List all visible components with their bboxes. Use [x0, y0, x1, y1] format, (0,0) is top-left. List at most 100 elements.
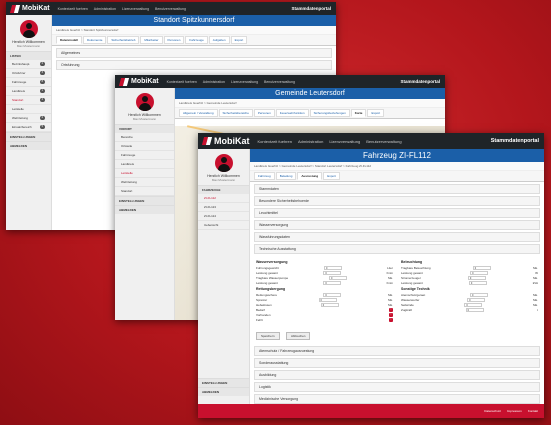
tab[interactable]: Allgemein / Verwaltung	[179, 109, 218, 117]
settings-link[interactable]: EINSTELLUNGEN	[115, 196, 174, 205]
sidebar-item[interactable]: Ortsfuhrer 3	[6, 69, 51, 78]
sidebar-item-active[interactable]: ZI-FL112	[198, 194, 249, 203]
tab[interactable]: Export	[323, 172, 340, 180]
sidebar-item[interactable]: Landkreis 1	[6, 87, 51, 96]
sidebar-item[interactable]: Uebersicht	[198, 221, 249, 230]
number-field[interactable]: 0	[470, 271, 489, 275]
panel[interactable]: Logistik	[254, 382, 540, 392]
tab[interactable]: Ausrustung	[297, 172, 323, 180]
panel[interactable]: Atemschutz / Fahrzeugausruestung	[254, 346, 540, 356]
nav-item[interactable]: Benutzerverwaltung	[155, 7, 186, 11]
nav-item[interactable]: Administration	[203, 80, 225, 84]
nav-item[interactable]: Kontextzeit fuehren	[58, 7, 88, 11]
nav-item[interactable]: Benutzerverwaltung	[366, 139, 401, 144]
panel[interactable]: Besondere Sicherheitsbehoerde	[254, 196, 540, 206]
sidebar-item[interactable]: Wehrleitung	[115, 178, 174, 187]
nav-item[interactable]: Benutzerverwaltung	[264, 80, 295, 84]
tab[interactable]: Aufgaben	[208, 36, 230, 44]
nav-item[interactable]: Lizenzverwaltung	[122, 7, 149, 11]
tab[interactable]: Mitarbeiter	[140, 36, 163, 44]
tab[interactable]: Export	[367, 109, 385, 117]
sidebar-item[interactable]: Einsatzbereich 5	[6, 123, 51, 132]
sidebar-section[interactable]: LISTEN	[6, 51, 51, 60]
number-field[interactable]: 0	[323, 293, 342, 297]
nav-item[interactable]: Administration	[298, 139, 323, 144]
tab[interactable]: Fahrzeuge	[185, 36, 208, 44]
number-field[interactable]: 0	[465, 308, 484, 312]
nav-item[interactable]: Administration	[94, 7, 116, 11]
sidebar-item-active[interactable]: Standort 4	[6, 96, 51, 105]
sidebar-item[interactable]: Fahrzeuge 8	[6, 78, 51, 87]
footer-link[interactable]: Kontakt	[528, 409, 538, 413]
panel[interactable]: Stammdaten	[254, 184, 540, 194]
avatar-icon	[214, 154, 233, 172]
panel-general[interactable]: Allgemeines	[56, 48, 332, 58]
number-field[interactable]: 0	[470, 293, 488, 297]
cancel-button[interactable]: Abbrechen	[285, 332, 311, 340]
tab[interactable]: Dokumente	[83, 36, 107, 44]
tab[interactable]: Datenmodell	[56, 36, 83, 44]
panel[interactable]: Wasserversorgung	[254, 220, 540, 230]
number-field[interactable]: 0	[464, 303, 483, 307]
sidebar-item[interactable]: Bezirkshaupt. 2	[6, 60, 51, 69]
panel-technical[interactable]: Technische Ausstattung	[254, 244, 540, 254]
app-logo[interactable]: MobiKat	[203, 136, 250, 146]
settings-link[interactable]: EINSTELLUNGEN	[198, 378, 249, 387]
panel[interactable]: Wassfuhrungsdaten	[254, 232, 540, 242]
tab[interactable]: Feuerwehrfunktion	[275, 109, 309, 117]
sidebar-item[interactable]: Leitstelle	[6, 105, 51, 114]
breadcrumb[interactable]: Landkreis Goerlitz > Standort Spitzkunne…	[52, 26, 336, 35]
number-field[interactable]: 0	[468, 281, 487, 285]
footer-link[interactable]: Datenschutz	[484, 409, 501, 413]
number-field[interactable]: 0	[320, 303, 339, 307]
sidebar-item[interactable]: Wehrleitung 2	[6, 114, 51, 123]
tab[interactable]: Export	[230, 36, 248, 44]
panel-location[interactable]: Ortsfuhrung	[56, 60, 332, 70]
sidebar-item[interactable]: Bereiche	[115, 133, 174, 142]
tab[interactable]: Sicherheitsbetrieb	[107, 36, 140, 44]
logout-link[interactable]: ABMELDEN	[6, 141, 51, 150]
number-field[interactable]: 0	[472, 266, 491, 270]
save-button[interactable]: Speichern	[256, 332, 280, 340]
settings-link[interactable]: EINSTELLUNGEN	[6, 132, 51, 141]
nav-item[interactable]: Kontextzeit fuehren	[258, 139, 292, 144]
sidebar-item[interactable]: ZI-FL113	[198, 203, 249, 212]
breadcrumb[interactable]: Landkreis Goerlitz > Gemeinde Leutersdor…	[250, 162, 544, 171]
tab[interactable]: Karte	[350, 109, 367, 117]
nav-item[interactable]: Kontextzeit fuehren	[167, 80, 197, 84]
number-field[interactable]: 0	[324, 266, 342, 270]
sidebar-item[interactable]: ZI-FL114	[198, 212, 249, 221]
logout-link[interactable]: ABMELDEN	[115, 205, 174, 214]
tab[interactable]: Sicherungsbeziehungen	[309, 109, 350, 117]
nav-item[interactable]: Lizenzverwaltung	[231, 80, 258, 84]
number-field[interactable]: 0	[467, 298, 486, 302]
sidebar-item[interactable]: Landkreis	[115, 160, 174, 169]
sidebar-item[interactable]: Standort	[115, 187, 174, 196]
tab[interactable]: Sicherheitsbereiche	[218, 109, 253, 117]
tab[interactable]: Personen	[253, 109, 275, 117]
form-row: Leistung gesamt 0 l/min	[256, 271, 393, 275]
sidebar-item-active[interactable]: Leitstelle	[115, 169, 174, 178]
number-field[interactable]: 0	[328, 276, 347, 280]
app-logo[interactable]: MobiKat	[120, 78, 159, 86]
tab[interactable]: Beladung	[275, 172, 297, 180]
footer-link[interactable]: Impressum	[507, 409, 522, 413]
logout-link[interactable]: ABMELDEN	[198, 387, 249, 396]
panel[interactable]: Leuchtmittel	[254, 208, 540, 218]
nav-item[interactable]: Lizenzverwaltung	[329, 139, 360, 144]
sidebar-item[interactable]: Fahrzeuge	[115, 151, 174, 160]
sidebar-item[interactable]: Ortsteile	[115, 142, 174, 151]
panel[interactable]: Medizinische Versorgung	[254, 394, 540, 404]
panel[interactable]: Ausbildung	[254, 370, 540, 380]
panel[interactable]: Sonderausstattung	[254, 358, 540, 368]
tab[interactable]: Personen	[163, 36, 185, 44]
tab[interactable]: Fahrzeug	[254, 172, 275, 180]
sidebar-section[interactable]: VORORT	[115, 124, 174, 133]
number-field[interactable]: 0	[467, 276, 486, 280]
number-field[interactable]: 0	[323, 281, 342, 285]
app-logo[interactable]: MobiKat	[11, 5, 50, 13]
number-field[interactable]: 0	[318, 298, 337, 302]
number-field[interactable]: 0	[323, 271, 342, 275]
breadcrumb[interactable]: Landkreis Goerlitz > Gemeinde Leutersdor…	[175, 99, 445, 108]
sidebar-section[interactable]: FAHRZEUGE	[198, 185, 249, 194]
